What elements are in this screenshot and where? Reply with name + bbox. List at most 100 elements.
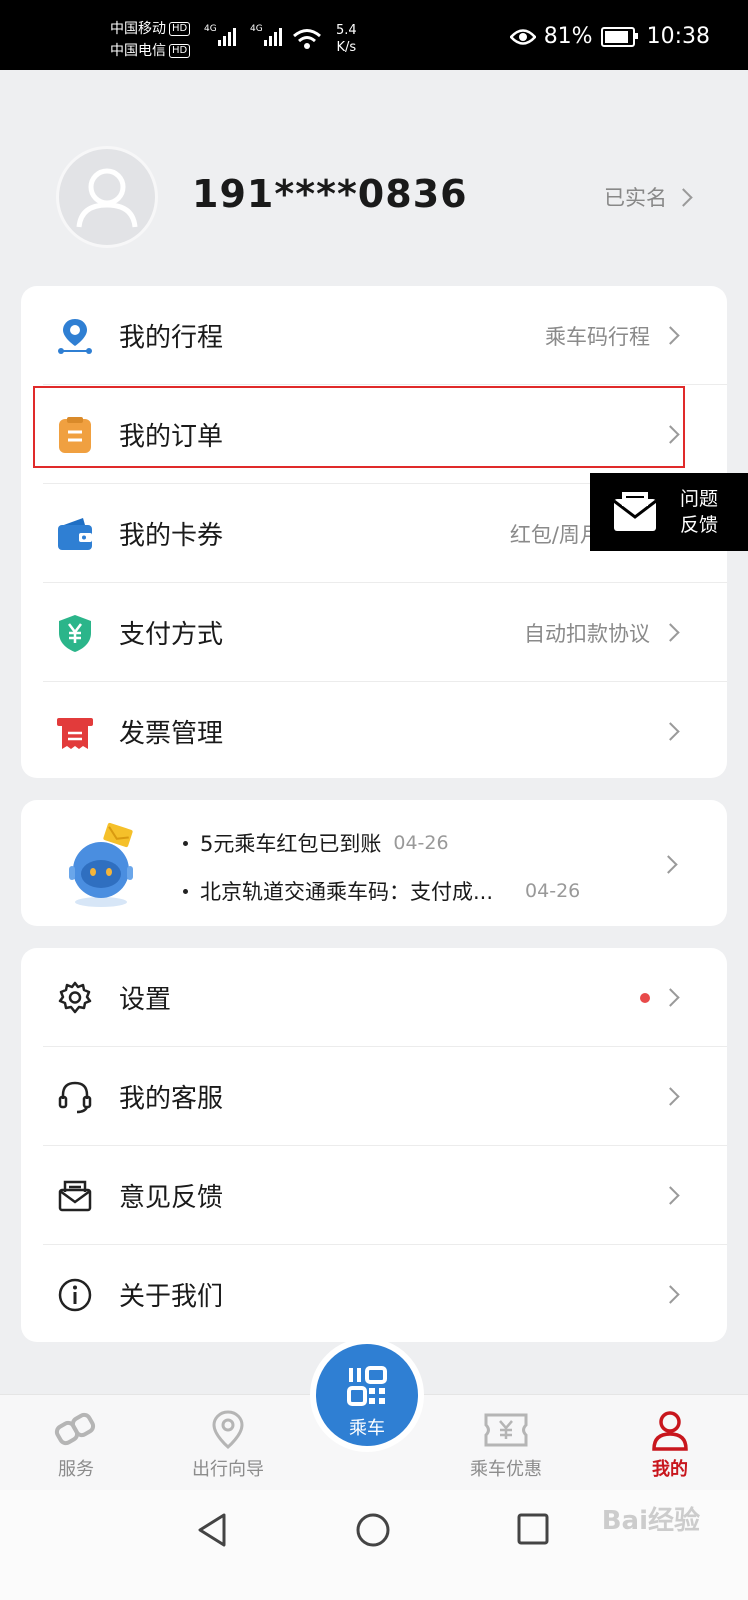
tab-mine[interactable]: 我的 [610, 1409, 730, 1481]
menu-right-text: 自动扣款协议 [524, 621, 650, 646]
info-icon [55, 1275, 95, 1315]
home-circle-icon[interactable] [355, 1512, 391, 1548]
menu-item-invoice[interactable]: 发票管理 [43, 682, 705, 781]
location-pin-icon [55, 316, 95, 356]
status-bar: 中国移动 HD 中国电信 HD 4G 4G 5.4 K/s 81% 10:38 [0, 0, 748, 70]
feedback-line-1: 问题 [680, 488, 719, 510]
chevron-right-icon [659, 855, 678, 874]
messages-card[interactable]: 5元乘车红包已到账 04-26 北京轨道交通乘车码：支付成... 04-26 [21, 800, 727, 926]
qr-code-icon [347, 1366, 387, 1406]
speed-unit: K/s [336, 40, 357, 55]
menu-item-about[interactable]: 关于我们 [43, 1245, 705, 1344]
user-silhouette-icon [76, 168, 138, 228]
menu-label: 支付方式 [119, 620, 224, 650]
menu-right-text: 乘车码行程 [545, 324, 650, 349]
chevron-right-icon [661, 326, 680, 345]
menu-right [640, 988, 680, 1007]
message-date: 04-26 [393, 832, 449, 854]
menu-label: 意见反馈 [119, 1183, 224, 1213]
menu-right: 乘车码行程 [545, 321, 680, 351]
signal-bars-1-icon [218, 28, 236, 46]
hd-badge-1: HD [169, 22, 191, 36]
chevron-right-icon [661, 623, 680, 642]
message-text: 北京轨道交通乘车码：支付成... [200, 880, 494, 904]
menu-label: 我的行程 [119, 323, 224, 353]
message-item: 北京轨道交通乘车码：支付成... 04-26 [183, 876, 580, 906]
orders-highlight-box [33, 386, 685, 468]
map-pin-icon [168, 1409, 288, 1451]
mail-icon [613, 492, 657, 531]
notification-dot [640, 992, 650, 1003]
headset-icon [55, 1077, 95, 1117]
wallet-icon [55, 514, 95, 554]
bullet-dot [183, 888, 188, 894]
chevron-right-icon [661, 988, 680, 1007]
chevron-right-icon [674, 187, 693, 207]
tab-guide[interactable]: 出行向导 [168, 1409, 288, 1481]
menu-right [661, 1087, 680, 1106]
feedback-line-2: 反馈 [680, 514, 719, 536]
battery-icon [600, 26, 638, 47]
tab-label: 服务 [58, 1459, 94, 1480]
chevron-right-icon [661, 1186, 680, 1205]
network-speed: 5.4 K/s [336, 22, 357, 56]
carrier-1: 中国移动 [110, 21, 166, 37]
feedback-float-text: 问题 反馈 [680, 486, 718, 538]
message-text: 5元乘车红包已到账 [200, 832, 382, 856]
battery-percent: 81% [543, 24, 593, 49]
signal-bars-2-icon [264, 28, 282, 46]
status-right: 81% 10:38 [509, 24, 710, 49]
menu-item-trips[interactable]: 我的行程 乘车码行程 [43, 286, 705, 385]
verification-status[interactable]: 已实名 [604, 182, 693, 212]
clock: 10:38 [646, 24, 710, 49]
menu-right [661, 1186, 680, 1205]
user-profile-icon [610, 1409, 730, 1451]
menu-label: 我的卡券 [119, 521, 224, 551]
robot-mascot-icon [69, 822, 133, 907]
yuan-shield-icon [55, 613, 95, 653]
feedback-float-button[interactable]: 问题 反馈 [590, 473, 748, 551]
chevron-right-icon [661, 1087, 680, 1106]
ride-label: 乘车 [349, 1418, 385, 1439]
watermark: Bai经验 [601, 1506, 700, 1536]
menu-item-settings[interactable]: 设置 [43, 948, 705, 1047]
network-type-2: 4G [250, 24, 263, 34]
tab-offers[interactable]: 乘车优惠 [446, 1409, 566, 1481]
message-date: 04-26 [525, 880, 581, 902]
speed-value: 5.4 [336, 23, 357, 38]
tab-service[interactable]: 服务 [16, 1409, 136, 1481]
wifi-icon [293, 29, 321, 49]
recents-square-icon[interactable] [516, 1512, 550, 1546]
network-type-1: 4G [204, 24, 217, 34]
menu-right [661, 1285, 680, 1304]
carrier-info: 中国移动 HD 中国电信 HD [110, 18, 191, 62]
menu-label: 发票管理 [119, 719, 224, 749]
settings-card: 设置 我的客服 意见反馈 关于我们 [21, 948, 727, 1342]
menu-label: 设置 [119, 985, 172, 1015]
bullet-dot [183, 840, 188, 846]
user-phone: 191****0836 [192, 172, 468, 216]
verification-label: 已实名 [604, 186, 667, 210]
feedback-envelope-icon [55, 1176, 95, 1216]
tab-label: 乘车优惠 [470, 1459, 542, 1480]
back-triangle-icon[interactable] [196, 1512, 228, 1548]
gear-icon [55, 978, 95, 1018]
menu-right: 自动扣款协议 [524, 618, 680, 648]
service-link-icon [16, 1409, 136, 1451]
chevron-right-icon [661, 722, 680, 741]
eye-icon [509, 28, 536, 45]
ride-qr-button[interactable]: 乘车 [310, 1338, 424, 1452]
hd-badge-2: HD [169, 44, 191, 58]
yuan-ticket-icon [446, 1409, 566, 1451]
invoice-icon [55, 712, 95, 752]
menu-item-payment[interactable]: 支付方式 自动扣款协议 [43, 583, 705, 682]
menu-label: 关于我们 [119, 1282, 224, 1312]
message-item: 5元乘车红包已到账 04-26 [183, 828, 449, 858]
avatar[interactable] [56, 146, 158, 248]
menu-item-feedback[interactable]: 意见反馈 [43, 1146, 705, 1245]
menu-right [650, 722, 680, 741]
menu-label: 我的客服 [119, 1084, 224, 1114]
chevron-right-icon [661, 1285, 680, 1304]
menu-item-customer-service[interactable]: 我的客服 [43, 1047, 705, 1146]
tab-label: 我的 [652, 1459, 688, 1480]
